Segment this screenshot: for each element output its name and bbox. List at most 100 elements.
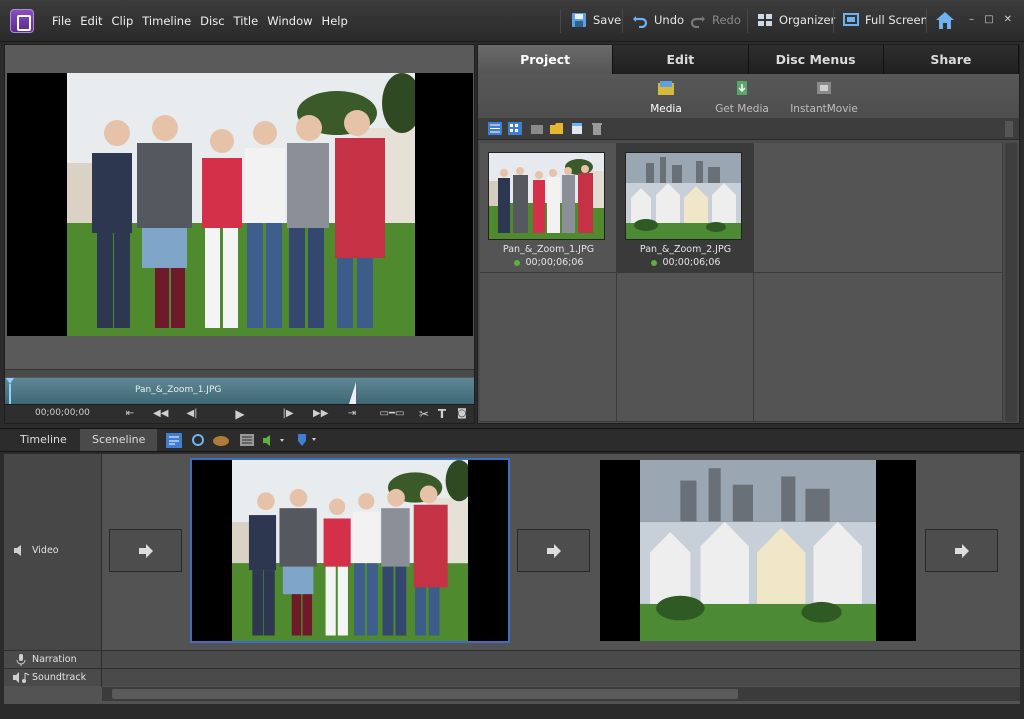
menu-help[interactable]: Help — [322, 14, 348, 28]
home-icon[interactable] — [935, 11, 955, 30]
video-track-header: Video — [4, 454, 102, 650]
instant-movie-icon — [817, 82, 831, 94]
play-icon[interactable]: ▶ — [233, 407, 247, 421]
text-tool-icon[interactable]: T — [435, 407, 449, 421]
menu-clip[interactable]: Clip — [112, 14, 134, 28]
tab-project[interactable]: Project — [478, 45, 614, 74]
redo-button[interactable]: Redo — [690, 12, 741, 28]
trash-icon[interactable] — [590, 122, 604, 135]
show-video-icon[interactable] — [530, 122, 544, 135]
playback-controls: 00;00;00;00 ⇤ ◀◀ ◀| ▶ |▶ ▶▶ ⇥ ▭━▭ ✂ T ◙ — [5, 404, 474, 423]
menu-disc[interactable]: Disc — [200, 14, 224, 28]
tab-timeline[interactable]: Timeline — [8, 429, 79, 451]
smart-fix-icon[interactable] — [166, 433, 182, 448]
scrollbar-thumb[interactable] — [112, 689, 738, 699]
menu-file[interactable]: File — [52, 14, 71, 28]
media-button[interactable]: Media — [646, 80, 686, 115]
media-item[interactable]: Pan_&_Zoom_2.JPG 00;00;06;06 — [617, 143, 754, 273]
media-empty-cell — [754, 273, 1003, 422]
soundtrack-track-header: Soundtrack — [4, 669, 102, 687]
media-duration: 00;00;06;06 — [617, 257, 754, 268]
tab-sceneline[interactable]: Sceneline — [80, 429, 158, 451]
close-icon[interactable]: ✕ — [1004, 14, 1012, 25]
marker-icon[interactable] — [296, 433, 320, 448]
maximize-icon[interactable]: □ — [984, 14, 993, 25]
scene-clip-image — [640, 460, 876, 641]
new-item-icon[interactable] — [570, 122, 584, 135]
effects-icon[interactable] — [212, 434, 230, 447]
transition-slot[interactable] — [109, 529, 182, 572]
folder-icon[interactable] — [550, 122, 564, 135]
playhead-icon[interactable] — [5, 378, 15, 404]
camera-icon[interactable]: ◙ — [455, 407, 469, 421]
media-view-toolbar — [478, 118, 1019, 140]
get-media-button[interactable]: Get Media — [712, 80, 772, 115]
go-to-end-icon[interactable]: ⇥ — [345, 407, 359, 421]
transition-slot[interactable] — [517, 529, 590, 572]
microphone-icon[interactable] — [16, 654, 26, 666]
media-grid-scrollbar[interactable] — [1005, 143, 1017, 422]
fullscreen-icon — [843, 13, 859, 26]
rewind-icon[interactable]: ◀◀ — [153, 407, 168, 421]
toolbar-separator — [622, 9, 623, 33]
media-label: Media — [650, 103, 682, 115]
transition-arrow-icon — [139, 544, 153, 558]
organizer-label: Organizer — [779, 13, 836, 27]
step-forward-icon[interactable]: |▶ — [281, 407, 295, 421]
project-subtools: Media Get Media InstantMovie — [478, 74, 1019, 118]
monitor-timeline-strip[interactable]: Pan_&_Zoom_1.JPG — [5, 378, 474, 404]
view-scroll-handle-icon[interactable] — [1005, 121, 1013, 137]
media-icon — [658, 81, 674, 95]
transition-arrow-icon — [547, 544, 561, 558]
sceneline-area: Video Narration Soundtrack — [4, 454, 1020, 704]
trim-handle-icon[interactable] — [349, 382, 357, 404]
toolbar-separator — [926, 9, 927, 33]
transition-arrow-icon — [955, 544, 969, 558]
tab-edit[interactable]: Edit — [613, 45, 749, 74]
icon-view-icon[interactable] — [508, 122, 522, 135]
menu-title[interactable]: Title — [234, 14, 259, 28]
menu-list: File Edit Clip Timeline Disc Title Windo… — [52, 14, 348, 28]
step-back-icon[interactable]: ◀| — [185, 407, 199, 421]
save-button[interactable]: Save — [571, 12, 621, 28]
fast-forward-icon[interactable]: ▶▶ — [313, 407, 328, 421]
shuttle-slider-icon[interactable]: ▭━▭ — [377, 407, 407, 421]
preview-image — [67, 73, 415, 336]
minimize-icon[interactable]: – — [969, 14, 974, 25]
transition-slot[interactable] — [925, 529, 998, 572]
organizer-button[interactable]: Organizer — [757, 12, 835, 28]
menu-edit[interactable]: Edit — [80, 14, 102, 28]
menu-window[interactable]: Window — [267, 14, 312, 28]
undo-label: Undo — [654, 13, 685, 27]
media-item[interactable]: Pan_&_Zoom_1.JPG 00;00;06;06 — [480, 143, 617, 273]
tab-share[interactable]: Share — [883, 45, 1019, 74]
scene-clip-selected[interactable] — [190, 458, 510, 643]
undo-button[interactable]: Undo — [632, 12, 684, 28]
status-dot-icon — [513, 259, 520, 266]
track-label-soundtrack: Soundtrack — [32, 672, 87, 683]
soundtrack-icon[interactable] — [13, 672, 31, 684]
media-thumbnail — [625, 152, 742, 240]
sceneline-scrollbar[interactable] — [102, 687, 1020, 701]
list-view-icon[interactable] — [488, 122, 502, 135]
narration-track-header: Narration — [4, 651, 102, 669]
timecode-display[interactable]: 00;00;00;00 — [35, 408, 90, 418]
status-dot-icon — [650, 259, 657, 266]
monitor-clip-name: Pan_&_Zoom_1.JPG — [135, 385, 222, 395]
app-logo-icon — [10, 9, 34, 33]
scene-clip[interactable] — [600, 460, 916, 641]
monitor-scrollbar[interactable] — [5, 369, 474, 377]
media-duration: 00;00;06;06 — [480, 257, 617, 268]
menu-timeline[interactable]: Timeline — [142, 14, 191, 28]
audio-mix-icon[interactable] — [262, 433, 286, 448]
tab-disc-menus[interactable]: Disc Menus — [748, 45, 884, 74]
instant-movie-button[interactable]: InstantMovie — [788, 80, 860, 115]
fullscreen-button[interactable]: Full Screen — [843, 12, 928, 28]
go-to-start-icon[interactable]: ⇤ — [123, 407, 137, 421]
menu-bar: File Edit Clip Timeline Disc Title Windo… — [0, 0, 1024, 42]
scissors-icon[interactable]: ✂ — [417, 407, 431, 421]
speaker-icon[interactable] — [14, 545, 26, 556]
track-label-narration: Narration — [32, 654, 77, 665]
menu-markers-icon[interactable] — [240, 434, 254, 446]
transitions-icon[interactable] — [190, 433, 206, 448]
